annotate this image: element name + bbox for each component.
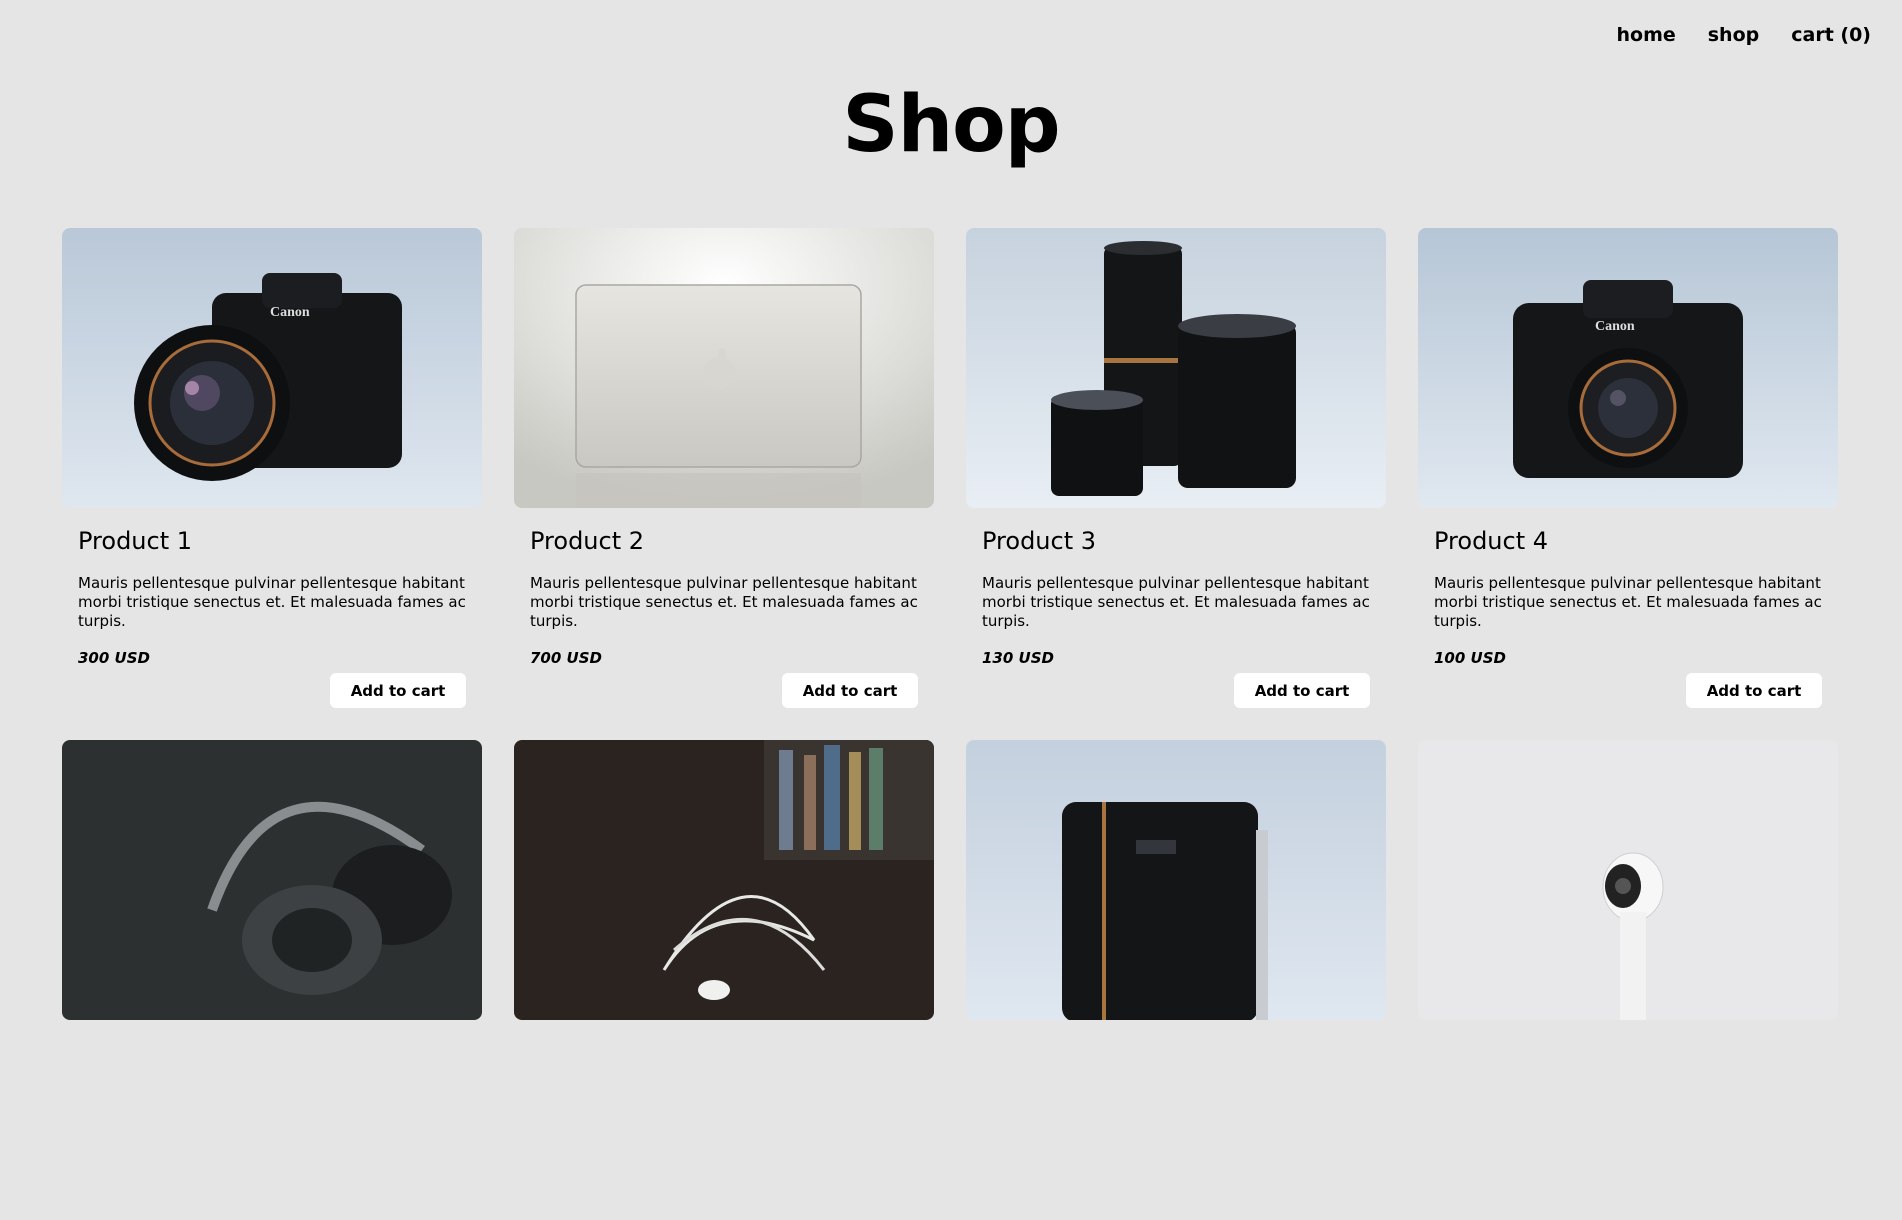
page-title: Shop bbox=[842, 80, 1060, 170]
add-to-cart-button[interactable]: Add to cart bbox=[1686, 673, 1822, 708]
product-image[interactable]: Canon bbox=[1418, 228, 1838, 508]
product-card bbox=[62, 740, 482, 1220]
camera-icon: Canon bbox=[62, 228, 482, 508]
headphones-icon bbox=[62, 740, 482, 1020]
lens-icon bbox=[966, 740, 1386, 1020]
nav-shop-link[interactable]: shop bbox=[1708, 24, 1760, 46]
product-name: Product 3 bbox=[982, 527, 1097, 555]
product-card: Product 2 Mauris pellentesque pulvinar p… bbox=[514, 228, 934, 708]
product-price: 300 USD bbox=[78, 649, 150, 667]
product-image[interactable] bbox=[514, 740, 934, 1020]
product-price: 130 USD bbox=[982, 649, 1054, 667]
lens-icon bbox=[966, 228, 1386, 508]
product-image[interactable]: Canon bbox=[62, 228, 482, 508]
add-to-cart-button[interactable]: Add to cart bbox=[330, 673, 466, 708]
product-image[interactable] bbox=[1418, 740, 1838, 1020]
product-description: Mauris pellentesque pulvinar pellentesqu… bbox=[530, 574, 918, 630]
svg-text:Canon: Canon bbox=[270, 305, 310, 320]
product-name: Product 4 bbox=[1434, 527, 1549, 555]
product-card bbox=[1418, 740, 1838, 1220]
earphones-icon bbox=[514, 740, 934, 1020]
product-description: Mauris pellentesque pulvinar pellentesqu… bbox=[78, 574, 466, 630]
nav-cart-link[interactable]: cart (0) bbox=[1791, 24, 1871, 46]
camera-icon: Canon bbox=[1418, 228, 1838, 508]
laptop-icon bbox=[514, 228, 934, 508]
add-to-cart-button[interactable]: Add to cart bbox=[1234, 673, 1370, 708]
product-price: 700 USD bbox=[530, 649, 602, 667]
security-camera-icon bbox=[1418, 740, 1838, 1020]
product-description: Mauris pellentesque pulvinar pellentesqu… bbox=[982, 574, 1370, 630]
product-image[interactable] bbox=[62, 740, 482, 1020]
add-to-cart-button[interactable]: Add to cart bbox=[782, 673, 918, 708]
product-card: Product 3 Mauris pellentesque pulvinar p… bbox=[966, 228, 1386, 708]
product-card: Canon Product 4 Mauris pellentesque pulv… bbox=[1418, 228, 1838, 708]
product-card bbox=[966, 740, 1386, 1220]
top-nav: home shop cart (0) bbox=[1616, 24, 1871, 46]
product-image[interactable] bbox=[966, 228, 1386, 508]
product-card: Canon Product 1 Mauris pellentesque pulv… bbox=[62, 228, 482, 708]
product-image[interactable] bbox=[514, 228, 934, 508]
product-description: Mauris pellentesque pulvinar pellentesqu… bbox=[1434, 574, 1822, 630]
product-card bbox=[514, 740, 934, 1220]
nav-home-link[interactable]: home bbox=[1616, 24, 1675, 46]
product-name: Product 2 bbox=[530, 527, 645, 555]
product-image[interactable] bbox=[966, 740, 1386, 1020]
svg-text:Canon: Canon bbox=[1595, 319, 1635, 334]
product-price: 100 USD bbox=[1434, 649, 1506, 667]
product-grid: Canon Product 1 Mauris pellentesque pulv… bbox=[62, 228, 1840, 1220]
product-name: Product 1 bbox=[78, 527, 193, 555]
